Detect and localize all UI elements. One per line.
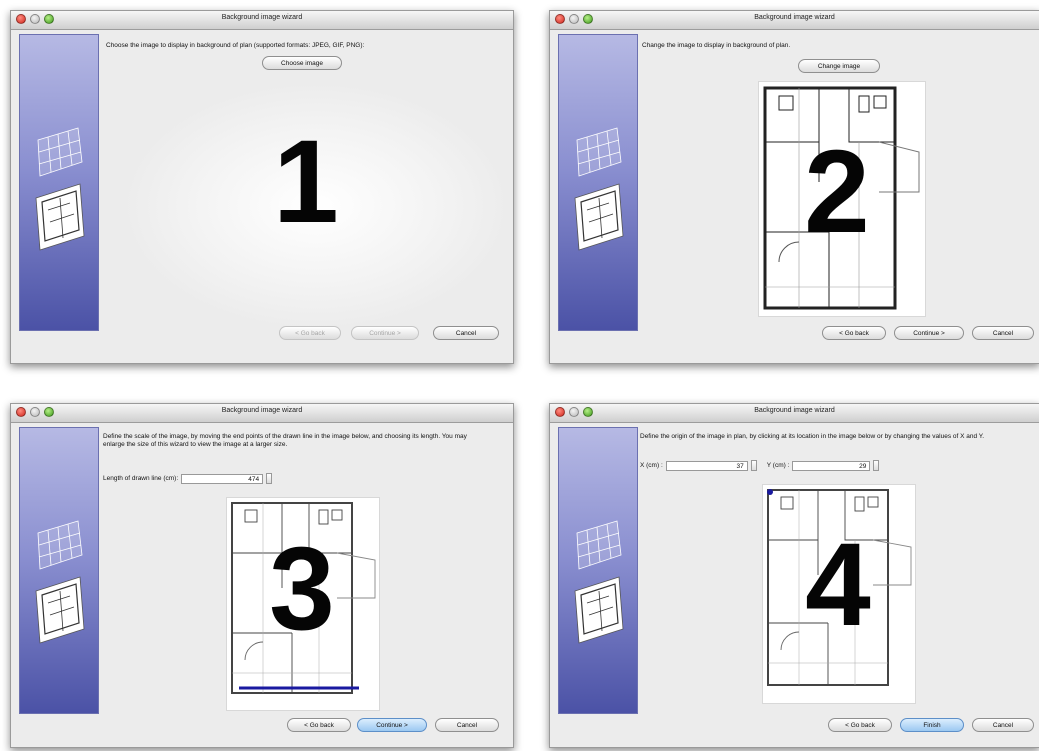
step-number: 3: [269, 523, 335, 655]
x-field[interactable]: 37: [665, 460, 748, 471]
wizard-window-step-1: Background image wizard Choose the image…: [10, 10, 514, 364]
cancel-button[interactable]: Cancel: [972, 326, 1034, 340]
window-title: Background image wizard: [221, 407, 303, 414]
continue-button[interactable]: Continue >: [351, 326, 419, 340]
continue-button[interactable]: Continue >: [894, 326, 964, 340]
window-title: Background image wizard: [754, 14, 835, 21]
wizard-side-panel: [19, 427, 99, 714]
plan-wizard-icon: [574, 520, 624, 644]
continue-button[interactable]: Continue >: [357, 718, 427, 732]
cancel-button[interactable]: Cancel: [433, 326, 499, 340]
cancel-button[interactable]: Cancel: [972, 718, 1034, 732]
wizard-window-step-3: Background image wizard Define the scale…: [10, 403, 514, 748]
length-label: Length of drawn line (cm):: [103, 475, 179, 482]
plan-wizard-icon: [35, 127, 85, 251]
wizard-side-panel: [558, 34, 638, 331]
y-stepper[interactable]: [873, 460, 880, 471]
x-label: X (cm) :: [640, 462, 663, 469]
go-back-button[interactable]: < Go back: [828, 718, 892, 732]
length-field[interactable]: 474: [181, 473, 264, 484]
cancel-button[interactable]: Cancel: [435, 718, 499, 732]
go-back-button[interactable]: < Go back: [279, 326, 341, 340]
wizard-window-step-2: Background image wizard Change the image…: [549, 10, 1039, 364]
step-number: 2: [804, 126, 870, 258]
title-bar[interactable]: Background image wizard: [550, 11, 1039, 30]
instruction-text: Choose the image to display in backgroun…: [106, 42, 365, 49]
plan-wizard-icon: [574, 127, 624, 251]
instruction-text: Define the scale of the image, by moving…: [103, 433, 467, 448]
choose-image-button[interactable]: Choose image: [262, 56, 342, 70]
length-stepper[interactable]: [266, 473, 273, 484]
wizard-window-step-4: Background image wizard Define the origi…: [549, 403, 1039, 748]
window-title: Background image wizard: [754, 407, 835, 414]
go-back-button[interactable]: < Go back: [822, 326, 886, 340]
wizard-side-panel: [19, 34, 99, 331]
length-row: Length of drawn line (cm): 474: [103, 473, 273, 484]
y-field[interactable]: 29: [792, 460, 871, 471]
origin-row: X (cm) : 37 Y (cm) : 29: [640, 460, 880, 471]
wizard-side-panel: [558, 427, 638, 714]
step-number: 4: [805, 519, 871, 651]
origin-point-marker[interactable]: [767, 489, 773, 495]
y-label: Y (cm) :: [766, 462, 790, 469]
plan-wizard-icon: [35, 520, 85, 644]
instruction-text: Define the origin of the image in plan, …: [640, 433, 985, 440]
window-title: Background image wizard: [221, 14, 303, 21]
instruction-text: Change the image to display in backgroun…: [642, 42, 791, 49]
x-stepper[interactable]: [750, 460, 757, 471]
title-bar[interactable]: Background image wizard: [11, 11, 513, 30]
title-bar[interactable]: Background image wizard: [550, 404, 1039, 423]
title-bar[interactable]: Background image wizard: [11, 404, 513, 423]
change-image-button[interactable]: Change image: [798, 59, 880, 73]
finish-button[interactable]: Finish: [900, 718, 964, 732]
go-back-button[interactable]: < Go back: [287, 718, 351, 732]
step-number: 1: [273, 116, 339, 248]
